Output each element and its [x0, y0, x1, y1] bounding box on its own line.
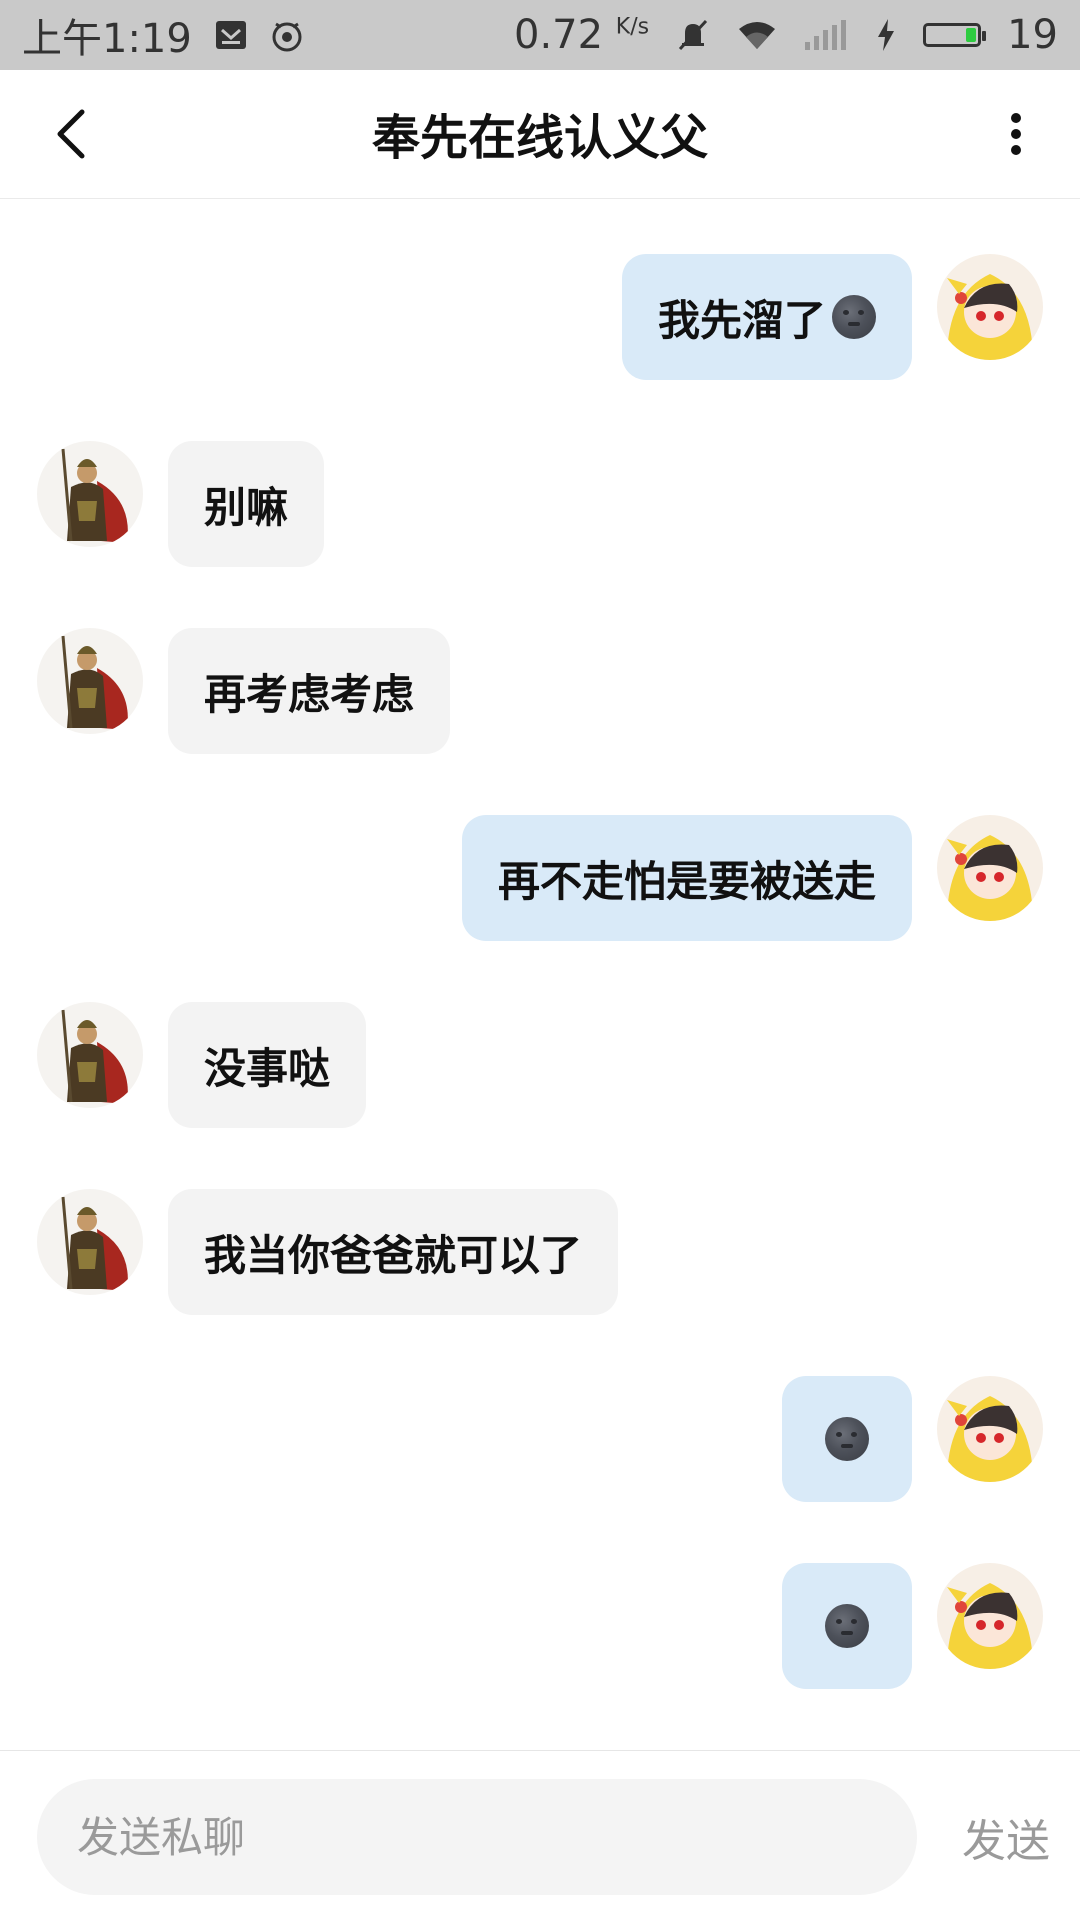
mute-bell-icon [675, 17, 711, 53]
more-vertical-icon [1011, 113, 1021, 155]
network-speed: 0.72 K/s [514, 12, 650, 58]
message-bubble[interactable]: 我当你爸爸就可以了 [168, 1189, 619, 1315]
message-sent [0, 1376, 1080, 1506]
message-text: 再考虑考虑 [204, 669, 415, 719]
message-bubble[interactable]: 再考虑考虑 [168, 628, 451, 754]
message-text: 我当你爸爸就可以了 [204, 1230, 583, 1280]
contact-avatar[interactable] [37, 441, 143, 547]
input-bar: 发送 [0, 1750, 1080, 1921]
message-received: 再考虑考虑 [0, 628, 1080, 758]
charging-icon [875, 18, 897, 52]
contact-avatar[interactable] [37, 628, 143, 734]
new-moon-face-emoji [832, 295, 876, 339]
mail-icon [214, 18, 248, 52]
message-bubble[interactable]: 别嘛 [168, 441, 325, 567]
message-text: 再不走怕是要被送走 [497, 856, 876, 906]
signal-icon [803, 20, 849, 50]
send-button[interactable]: 发送 [962, 1779, 1050, 1895]
my-avatar[interactable] [937, 254, 1043, 360]
message-bubble[interactable] [782, 1376, 912, 1502]
my-avatar[interactable] [937, 1376, 1043, 1482]
status-time: 上午1:19 [22, 16, 192, 62]
message-bubble[interactable]: 我先溜了 [621, 254, 912, 380]
status-bar: 上午1:19 0.72 K/s 19 [0, 0, 1080, 70]
battery-level: 19 [1007, 12, 1058, 58]
more-button[interactable] [996, 106, 1036, 162]
chat-title: 奉先在线认义父 [371, 110, 708, 166]
wifi-icon [737, 19, 777, 51]
message-sent: 我先溜了 [0, 254, 1080, 384]
my-avatar[interactable] [937, 1563, 1043, 1669]
message-sent [0, 1563, 1080, 1693]
contact-avatar[interactable] [37, 1002, 143, 1108]
message-bubble[interactable]: 没事哒 [168, 1002, 367, 1128]
chat-header: 奉先在线认义父 [0, 70, 1080, 199]
owl-icon [270, 18, 304, 52]
message-list[interactable]: 我先溜了 别嘛 再考虑考虑 再不走怕是要被送走 没事哒 我当你爸爸就可以了 [0, 199, 1080, 1749]
message-text: 别嘛 [204, 482, 289, 532]
my-avatar[interactable] [937, 815, 1043, 921]
message-text: 我先溜了 [657, 295, 826, 345]
message-sent: 再不走怕是要被送走 [0, 815, 1080, 945]
new-moon-face-emoji [825, 1604, 869, 1648]
contact-avatar[interactable] [37, 1189, 143, 1295]
message-received: 别嘛 [0, 441, 1080, 571]
message-bubble[interactable] [782, 1563, 912, 1689]
message-input[interactable] [37, 1779, 917, 1895]
message-bubble[interactable]: 再不走怕是要被送走 [461, 815, 912, 941]
message-text: 没事哒 [204, 1043, 331, 1093]
battery-icon [923, 23, 987, 47]
message-received: 没事哒 [0, 1002, 1080, 1132]
new-moon-face-emoji [825, 1417, 869, 1461]
message-received: 我当你爸爸就可以了 [0, 1189, 1080, 1319]
